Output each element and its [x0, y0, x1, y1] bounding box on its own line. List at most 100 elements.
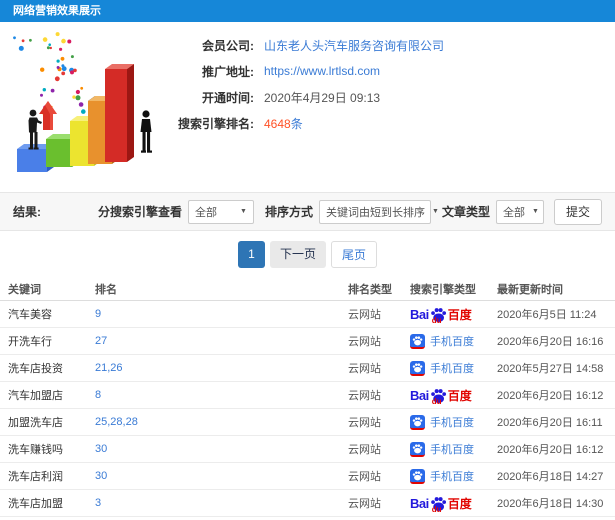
- pagination-page-1[interactable]: 1: [237, 241, 265, 268]
- info-field-label: 会员公司:: [202, 38, 254, 53]
- baidu-logo-du: du: [431, 315, 442, 325]
- rank-value[interactable]: 8: [95, 389, 101, 401]
- businessman-left: [28, 109, 42, 150]
- keyword-cell: 洗车赚钱吗: [8, 444, 63, 456]
- info-section: 会员公司: 山东老人头汽车服务咨询有限公司 推广地址: https://www.lrt…: [0, 22, 615, 192]
- rank-value[interactable]: 27: [95, 335, 107, 347]
- chevron-down-icon: ▼: [431, 208, 439, 215]
- mobile-baidu-paw-icon: [410, 360, 425, 376]
- info-field-value[interactable]: https://www.lrtlsd.com: [264, 64, 380, 78]
- info-field-row: 推广地址: https://www.lrtlsd.com: [168, 58, 444, 84]
- baidu-logo-cn: 百度: [447, 307, 472, 322]
- keyword-cell: 汽车美容: [8, 309, 52, 321]
- update-time-cell: 2020年5月27日 14:58: [497, 363, 604, 375]
- engine-filter-select[interactable]: 全部 ▼: [187, 199, 254, 224]
- keyword-table: 关键词 排名 排名类型 搜索引擎类型 最新更新时间 汽车美容 9 云网站 Bai du…: [0, 277, 615, 517]
- baidu-logo: Bai du 百度: [410, 387, 472, 406]
- col-header-update-time: 最新更新时间: [497, 283, 563, 296]
- baidu-logo-du: du: [431, 396, 442, 406]
- submit-button[interactable]: 提交: [553, 198, 602, 225]
- table-row: 汽车加盟店 8 云网站 Bai du 百度 2020年6月20日 16:12: [0, 382, 615, 409]
- col-header-rank-type: 排名类型: [348, 283, 392, 296]
- info-field-label: 开通时间:: [202, 90, 254, 105]
- pagination-last-button[interactable]: 尾页: [331, 241, 378, 268]
- filter-controls: 分搜索引擎查看 全部 ▼ 排序方式 关键词由短到长排序 ▼ 文章类型 全部 ▼ …: [87, 198, 602, 225]
- mobile-baidu-label: 手机百度: [430, 417, 474, 429]
- update-time-cell: 2020年6月18日 14:27: [497, 471, 604, 483]
- rank-value[interactable]: 30: [95, 470, 107, 482]
- mobile-baidu-label: 手机百度: [430, 444, 474, 456]
- update-time-cell: 2020年6月20日 16:16: [497, 336, 604, 348]
- rank-value[interactable]: 30: [95, 443, 107, 455]
- mobile-baidu-logo: 手机百度: [410, 333, 474, 349]
- baidu-logo-cn: 百度: [447, 388, 472, 403]
- rank-type-cell: 云网站: [348, 498, 381, 510]
- mobile-baidu-logo: 手机百度: [410, 441, 474, 457]
- mobile-baidu-logo: 手机百度: [410, 414, 474, 430]
- info-field-row: 开通时间: 2020年4月29日 09:13: [168, 84, 444, 110]
- rank-type-cell: 云网站: [348, 444, 381, 456]
- info-field-value: 4648条: [264, 115, 303, 132]
- update-time-cell: 2020年6月18日 14:30: [497, 498, 604, 510]
- engine-cell-baidu: Bai du 百度: [410, 306, 497, 325]
- info-field-value[interactable]: 山东老人头汽车服务咨询有限公司: [264, 37, 444, 54]
- engine-cell-mobile-baidu: 手机百度: [410, 414, 497, 430]
- ranking-count-suffix: 条: [290, 116, 303, 131]
- update-time-cell: 2020年6月20日 16:12: [497, 444, 604, 456]
- keyword-cell: 洗车店投资: [8, 363, 63, 375]
- update-time-cell: 2020年6月20日 16:12: [497, 390, 604, 402]
- rank-value[interactable]: 25,28,28: [95, 416, 138, 428]
- article-type-filter-label: 文章类型: [441, 205, 490, 219]
- engine-cell-mobile-baidu: 手机百度: [410, 441, 497, 457]
- page: 网络营销效果展示 会员公司: 山东老人头汽车服务咨询有限公司 推广地址: htt…: [0, 0, 615, 520]
- mobile-baidu-paw-icon: [410, 414, 425, 430]
- confetti-dots: [13, 32, 95, 117]
- bar-red: [105, 64, 134, 162]
- rank-value[interactable]: 21,26: [95, 362, 123, 374]
- col-header-rank: 排名: [95, 283, 117, 296]
- keyword-cell: 加盟洗车店: [8, 417, 63, 429]
- sort-filter-label: 排序方式: [264, 205, 313, 219]
- info-fields: 会员公司: 山东老人头汽车服务咨询有限公司 推广地址: https://www.lrt…: [168, 32, 444, 136]
- engine-cell-mobile-baidu: 手机百度: [410, 468, 497, 484]
- pagination-next-button[interactable]: 下一页: [269, 241, 326, 268]
- chevron-down-icon: ▼: [531, 208, 539, 215]
- chevron-down-icon: ▼: [240, 208, 247, 215]
- article-type-filter-select[interactable]: 全部 ▼: [495, 199, 544, 224]
- engine-cell-mobile-baidu: 手机百度: [410, 333, 497, 349]
- engine-cell-baidu: Bai du 百度: [410, 387, 497, 406]
- rank-type-cell: 云网站: [348, 336, 381, 348]
- sort-filter-select[interactable]: 关键词由短到长排序 ▼: [318, 199, 439, 224]
- mobile-baidu-logo: 手机百度: [410, 360, 474, 376]
- table-row: 洗车赚钱吗 30 云网站 手机百度 2020年6月20日 16:12: [0, 436, 615, 463]
- rank-type-cell: 云网站: [348, 390, 381, 402]
- rank-value[interactable]: 9: [95, 308, 101, 320]
- baidu-logo: Bai du 百度: [410, 306, 472, 325]
- baidu-paw-icon: du: [430, 387, 447, 406]
- bar-chart-illustration: [4, 24, 172, 191]
- table-row: 汽车美容 9 云网站 Bai du 百度 2020年6月5日 11:24: [0, 301, 615, 328]
- update-time-cell: 2020年6月20日 16:11: [497, 417, 603, 429]
- keyword-cell: 洗车店加盟: [8, 498, 63, 510]
- engine-cell-mobile-baidu: 手机百度: [410, 360, 497, 376]
- engine-filter-label: 分搜索引擎查看: [97, 205, 182, 219]
- baidu-paw-icon: du: [430, 306, 447, 325]
- rank-type-cell: 云网站: [348, 309, 381, 321]
- info-field-row: 会员公司: 山东老人头汽车服务咨询有限公司: [168, 32, 444, 58]
- ranking-count: 4648: [264, 116, 291, 131]
- info-field-label: 推广地址:: [202, 64, 254, 79]
- rank-value[interactable]: 3: [95, 497, 101, 509]
- mobile-baidu-label: 手机百度: [430, 471, 474, 483]
- info-field-row: 搜索引擎排名: 4648条: [168, 110, 444, 136]
- pagination: 1 下一页 尾页: [0, 231, 615, 277]
- rank-type-cell: 云网站: [348, 363, 381, 375]
- filter-bar: 结果: 分搜索引擎查看 全部 ▼ 排序方式 关键词由短到长排序 ▼ 文章类型 全…: [0, 192, 615, 231]
- baidu-logo: Bai du 百度: [410, 495, 472, 514]
- mobile-baidu-paw-icon: [410, 333, 425, 349]
- rank-type-cell: 云网站: [348, 471, 381, 483]
- info-field-value: 2020年4月29日 09:13: [264, 90, 381, 105]
- baidu-logo-du: du: [431, 504, 442, 514]
- table-row: 开洗车行 27 云网站 手机百度 2020年6月20日 16:16: [0, 328, 615, 355]
- baidu-paw-icon: du: [430, 495, 447, 514]
- keyword-cell: 洗车店利润: [8, 471, 63, 483]
